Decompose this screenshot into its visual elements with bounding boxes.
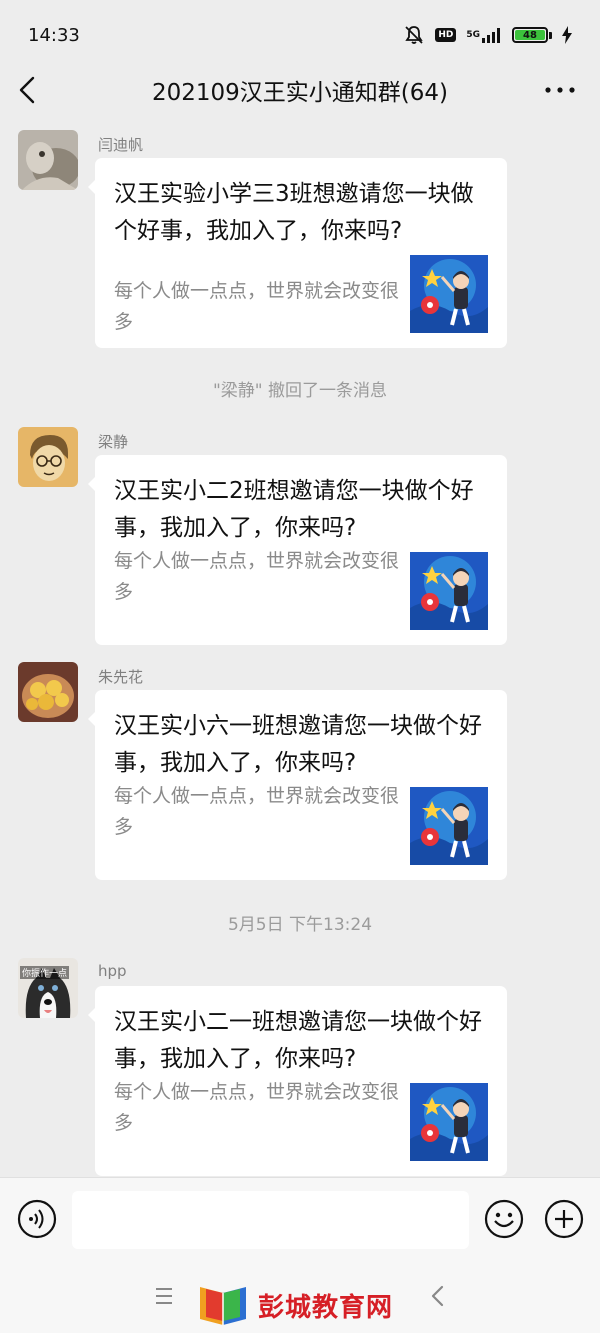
nav-back-icon [431,1285,444,1307]
title-bar: 202109汉王实小通知群(64) [0,70,600,110]
battery-level: 48 [515,30,545,41]
hd-badge: HD [435,28,457,42]
message-card[interactable]: 汉王实小二一班想邀请您一块做个好事，我加入了，你来吗? 每个人做一点点，世界就会… [88,986,507,1176]
avatar[interactable] [18,662,78,722]
card-title: 汉王实验小学三3班想邀请您一块做个好事，我加入了，你来吗? [114,181,474,244]
avatar-caption: 你振作一点 [20,966,70,979]
charging-icon [562,26,572,44]
more-button[interactable] [542,76,578,104]
voice-icon [17,1199,57,1239]
message-timestamp: 5月5日 下午13:24 [227,915,373,935]
card-title: 汉王实小二2班想邀请您一块做个好事，我加入了，你来吗? [114,478,474,541]
mute-bell-icon [403,24,425,46]
input-bar [0,1177,600,1261]
watermark-text: 彭城教育网 [258,1292,394,1323]
card-thumbnail [410,787,488,865]
plus-icon [544,1199,584,1239]
card-description: 每个人做一点点，世界就会改变很多 [114,280,400,333]
chat-title: 202109汉王实小通知群(64) [151,80,448,106]
recall-notice: "梁静" 撤回了一条消息 [212,381,388,401]
status-time: 14:33 [28,24,80,46]
chevron-left-icon [19,76,35,104]
emoji-icon [484,1199,524,1239]
nav-menu-button[interactable] [152,1286,176,1306]
card-thumbnail [410,1083,488,1161]
sender-name: 梁静 [98,433,129,451]
card-thumbnail [410,255,488,333]
back-button[interactable] [18,74,48,106]
status-icons: HD 5G 48 [403,24,572,46]
system-nav-bar: 彭城教育网 [0,1260,600,1333]
message-card[interactable]: 汉王实小二2班想邀请您一块做个好事，我加入了，你来吗? 每个人做一点点，世界就会… [88,455,507,645]
card-description: 每个人做一点点，世界就会改变很多 [114,550,400,603]
emoji-button[interactable] [484,1199,524,1239]
more-functions-button[interactable] [544,1199,584,1239]
more-dots-icon [545,87,575,93]
sender-name: 闫迪帆 [98,136,144,154]
avatar[interactable] [18,130,78,190]
message-card[interactable]: 汉王实小六一班想邀请您一块做个好事，我加入了，你来吗? 每个人做一点点，世界就会… [88,690,507,880]
card-thumbnail [410,552,488,630]
card-title: 汉王实小二一班想邀请您一块做个好事，我加入了，你来吗? [114,1009,482,1072]
avatar[interactable]: 你振作一点 [18,958,78,1018]
network-type: 5G [466,29,480,40]
voice-button[interactable] [17,1199,57,1239]
signal-icon: 5G [466,27,502,43]
card-title: 汉王实小六一班想邀请您一块做个好事，我加入了，你来吗? [114,713,482,776]
card-description: 每个人做一点点，世界就会改变很多 [114,785,400,838]
message-card[interactable]: 汉王实验小学三3班想邀请您一块做个好事，我加入了，你来吗? 每个人做一点点，世界… [88,158,507,348]
message-input[interactable] [72,1191,469,1249]
nav-back-button[interactable] [428,1284,448,1308]
watermark: 彭城教育网 [196,1282,393,1328]
sender-name: 朱先花 [98,668,144,686]
battery-icon: 48 [512,27,552,43]
avatar[interactable] [18,427,78,487]
card-description: 每个人做一点点，世界就会改变很多 [114,1081,400,1134]
menu-icon [156,1288,172,1304]
sender-name: hpp [98,962,127,980]
book-logo-icon [200,1287,246,1325]
status-bar: 14:33 HD 5G 48 [0,0,600,70]
